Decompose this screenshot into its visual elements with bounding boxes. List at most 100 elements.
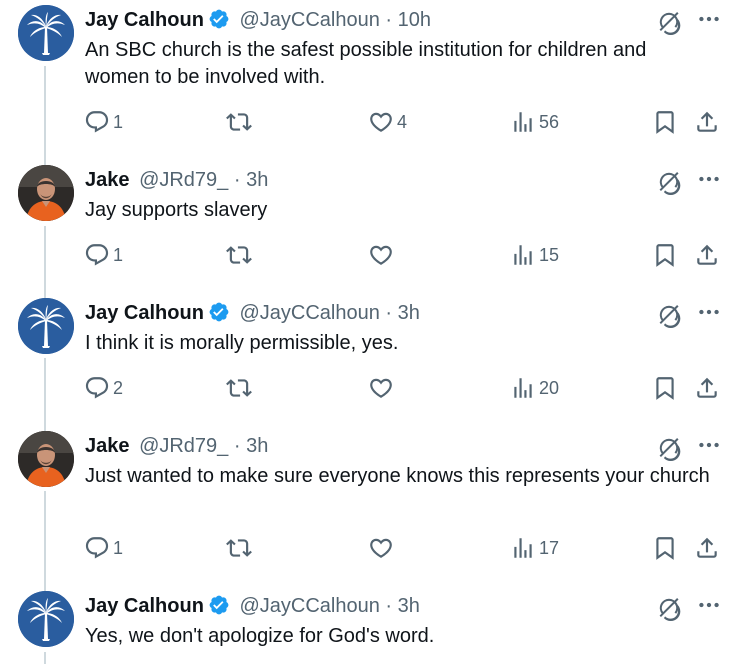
bookmark-button[interactable] [652, 532, 678, 564]
separator: · [385, 302, 393, 324]
action-bar: 1 4 56 [0, 106, 748, 138]
reply-button[interactable]: 1 [84, 239, 123, 271]
tweet[interactable]: Jay Calhoun @JayCCalhoun · 3h Yes, we do… [0, 586, 748, 664]
action-bar: 1 15 [0, 239, 748, 271]
like-icon [368, 109, 394, 135]
share-icon [694, 109, 720, 135]
repost-icon [226, 242, 252, 268]
tweet-text: Just wanted to make sure everyone knows … [85, 465, 710, 487]
avatar[interactable] [18, 431, 74, 487]
author-handle[interactable]: @JRd79_ [139, 435, 228, 457]
author-handle[interactable]: @JayCCalhoun [239, 302, 379, 324]
more-icon[interactable] [696, 166, 722, 192]
avatar[interactable] [18, 5, 74, 61]
author-name[interactable]: Jake [85, 435, 130, 457]
views-icon [510, 535, 536, 561]
more-icon[interactable] [696, 592, 722, 618]
reply-count: 1 [113, 111, 124, 132]
tweet-text: I think it is morally permissible, yes. [85, 332, 399, 354]
more-icon[interactable] [696, 299, 722, 325]
grok-icon[interactable] [656, 435, 682, 461]
share-icon [694, 242, 720, 268]
like-button[interactable]: 4 [368, 106, 407, 138]
repost-button[interactable] [226, 532, 252, 564]
views-count: 56 [539, 111, 560, 132]
author-name[interactable]: Jay Calhoun [85, 9, 204, 31]
views-button[interactable]: 15 [510, 239, 559, 271]
views-icon [510, 375, 536, 401]
share-button[interactable] [694, 532, 720, 564]
bookmark-icon [652, 242, 678, 268]
verified-icon [208, 8, 230, 30]
reply-icon [84, 375, 110, 401]
reply-button[interactable]: 1 [84, 532, 123, 564]
reply-icon [84, 535, 110, 561]
avatar[interactable] [18, 165, 74, 221]
views-button[interactable]: 56 [510, 106, 559, 138]
grok-icon[interactable] [656, 302, 682, 328]
views-button[interactable]: 20 [510, 372, 559, 404]
grok-icon[interactable] [656, 169, 682, 195]
views-count: 20 [539, 377, 560, 398]
reply-button[interactable]: 1 [84, 106, 123, 138]
tweet[interactable]: Jake @JRd79_ · 3h Just wanted to make su… [0, 426, 748, 578]
like-button[interactable] [368, 239, 394, 271]
views-icon [510, 242, 536, 268]
share-icon [694, 535, 720, 561]
reply-button[interactable]: 2 [84, 372, 123, 404]
reply-count: 2 [113, 377, 124, 398]
reply-count: 1 [113, 244, 124, 265]
views-button[interactable]: 17 [510, 532, 559, 564]
repost-icon [226, 109, 252, 135]
bookmark-icon [652, 535, 678, 561]
like-icon [368, 375, 394, 401]
separator: · [233, 435, 241, 457]
grok-icon[interactable] [656, 9, 682, 35]
tweet[interactable]: Jake @JRd79_ · 3h Jay supports slavery 1… [0, 160, 748, 285]
share-button[interactable] [694, 239, 720, 271]
like-count: 4 [397, 111, 408, 132]
like-icon [368, 242, 394, 268]
repost-button[interactable] [226, 106, 252, 138]
action-bar: 2 20 [0, 372, 748, 404]
like-icon [368, 535, 394, 561]
share-icon [694, 375, 720, 401]
share-button[interactable] [694, 106, 720, 138]
like-button[interactable] [368, 532, 394, 564]
bookmark-button[interactable] [652, 106, 678, 138]
timestamp[interactable]: 3h [246, 169, 268, 191]
separator: · [233, 169, 241, 191]
tweet-text: Yes, we don't apologize for God's word. [85, 625, 435, 647]
repost-button[interactable] [226, 239, 252, 271]
timestamp[interactable]: 3h [246, 435, 268, 457]
author-name[interactable]: Jake [85, 169, 130, 191]
bookmark-icon [652, 109, 678, 135]
separator: · [385, 595, 393, 617]
grok-icon[interactable] [656, 595, 682, 621]
author-name[interactable]: Jay Calhoun [85, 302, 204, 324]
verified-icon [208, 594, 230, 616]
repost-button[interactable] [226, 372, 252, 404]
tweet-text: Jay supports slavery [85, 199, 268, 221]
like-button[interactable] [368, 372, 394, 404]
tweet[interactable]: Jay Calhoun @JayCCalhoun · 10h An SBC ch… [0, 0, 748, 150]
verified-icon [208, 301, 230, 323]
timestamp[interactable]: 10h [398, 9, 431, 31]
bookmark-button[interactable] [652, 372, 678, 404]
reply-count: 1 [113, 537, 124, 558]
author-handle[interactable]: @JayCCalhoun [239, 595, 379, 617]
action-bar: 1 17 [0, 532, 748, 564]
more-icon[interactable] [696, 432, 722, 458]
bookmark-button[interactable] [652, 239, 678, 271]
views-icon [510, 109, 536, 135]
author-handle[interactable]: @JayCCalhoun [239, 9, 379, 31]
timestamp[interactable]: 3h [398, 302, 420, 324]
author-handle[interactable]: @JRd79_ [139, 169, 228, 191]
tweet[interactable]: Jay Calhoun @JayCCalhoun · 3h I think it… [0, 293, 748, 418]
author-name[interactable]: Jay Calhoun [85, 595, 204, 617]
more-icon[interactable] [696, 6, 722, 32]
share-button[interactable] [694, 372, 720, 404]
avatar[interactable] [18, 591, 74, 647]
timestamp[interactable]: 3h [398, 595, 420, 617]
avatar[interactable] [18, 298, 74, 354]
